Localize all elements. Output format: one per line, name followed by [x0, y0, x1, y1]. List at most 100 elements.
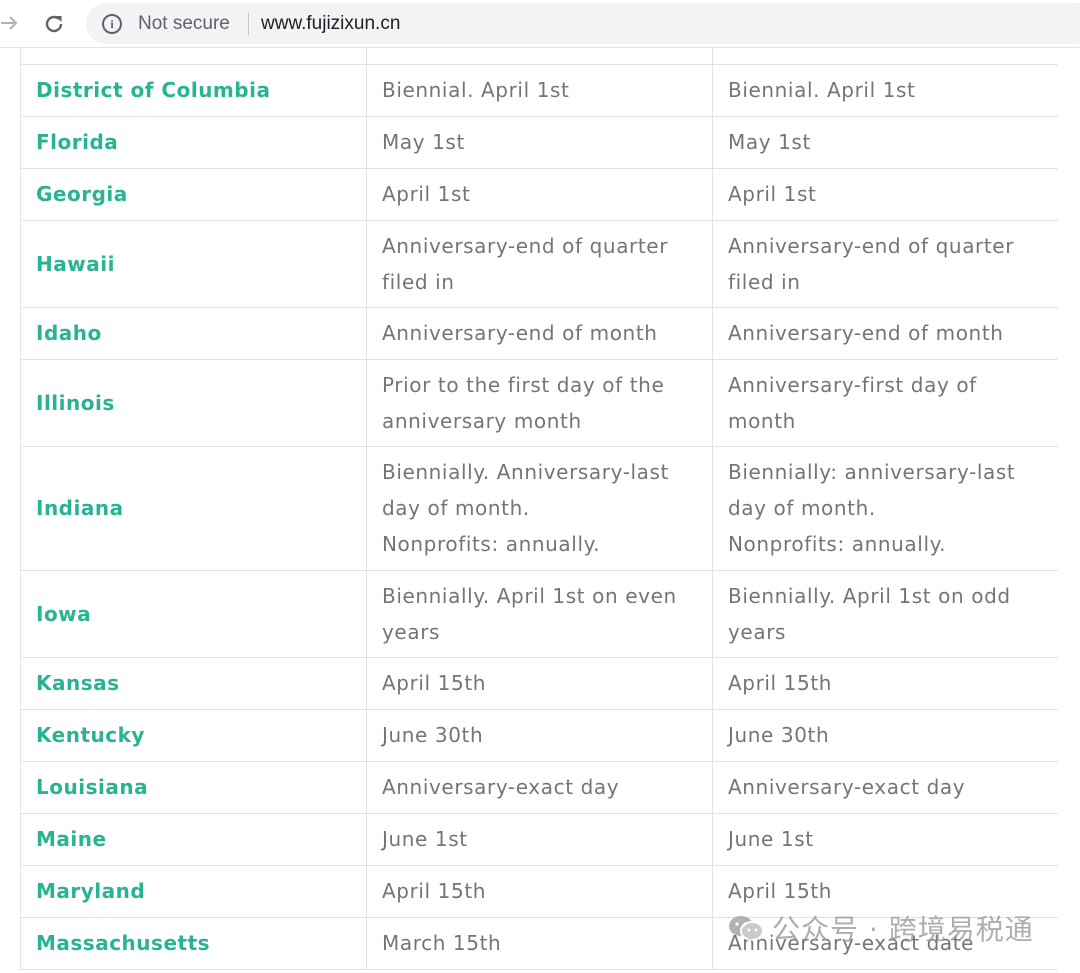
deadline-cell-b: April 15th: [712, 656, 1058, 710]
deadline-cell-a: April 15th: [366, 656, 713, 710]
table-row: Kansas April 15th April 15th: [20, 656, 1058, 710]
cell-text-line: April 1st: [382, 182, 471, 206]
deadline-cell-a: June 30th: [366, 708, 713, 762]
cell-text-line: May 1st: [728, 130, 811, 154]
table-row: Maryland April 15th April 15th: [20, 864, 1058, 918]
table-row: Georgia April 1st April 1st: [20, 167, 1058, 221]
cell-text-line: Nonprofits: annually.: [382, 532, 601, 556]
table-row: Louisiana Anniversary-exact day Anniversar…: [20, 760, 1058, 814]
deadline-cell-a: Anniversary-exact day: [366, 760, 713, 814]
state-link[interactable]: Maryland: [20, 864, 367, 918]
state-deadlines-table-container: District of Columbia Biennial. April 1st B…: [20, 48, 1058, 973]
deadline-cell-a: Biennial. April 1st: [366, 63, 713, 117]
cell-text-line: April 15th: [382, 879, 487, 903]
deadline-cell-a: Biennially. Anniversary-last day of month…: [366, 445, 713, 571]
state-link[interactable]: Massachusetts: [20, 916, 367, 970]
deadline-cell-b: June 1st: [712, 812, 1058, 866]
cell-text-line: June 30th: [382, 723, 484, 747]
deadline-cell-a: Prior to the first day of the anniversary…: [366, 358, 713, 447]
table-row-partial: [20, 48, 1058, 65]
cell-text-line: May 1st: [382, 130, 465, 154]
table-row: Illinois Prior to the first day of the ann…: [20, 358, 1058, 447]
deadline-cell-a: Anniversary-end of quarter filed in: [366, 219, 713, 308]
cell-text-line: April 15th: [728, 879, 833, 903]
deadline-cell-b: April 15th: [712, 864, 1058, 918]
address-bar[interactable]: i Not secure www.fujizixun.cn: [86, 3, 1080, 44]
deadline-cell-b: Biennially. April 1st on odd years: [712, 569, 1058, 658]
cell-text-line: Anniversary-end of month: [728, 321, 1004, 345]
table-row: Massachusetts March 15th Anniversary-exact…: [20, 916, 1058, 970]
deadline-cell-a: Anniversary-end of month: [366, 306, 713, 360]
table-row: Iowa Biennially. April 1st on even years Bi…: [20, 569, 1058, 658]
reload-icon[interactable]: [38, 8, 70, 40]
state-link[interactable]: Hawaii: [20, 219, 367, 308]
table-row: Hawaii Anniversary-end of quarter filed in…: [20, 219, 1058, 308]
cell-text-line: Anniversary-end of month: [382, 321, 658, 345]
state-link[interactable]: Iowa: [20, 569, 367, 658]
cell-text-line: month: [728, 408, 796, 433]
table-cell: [712, 48, 1058, 65]
deadline-cell-b: April 1st: [712, 167, 1058, 221]
state-link[interactable]: District of Columbia: [20, 63, 367, 117]
deadline-cell-b: Anniversary-end of month: [712, 306, 1058, 360]
table-row: Idaho Anniversary-end of month Anniversary…: [20, 306, 1058, 360]
cell-text-line: June 1st: [728, 827, 814, 851]
cell-text-line: Biennial. April 1st: [382, 78, 570, 102]
cell-text-line: Biennially. April 1st on even: [382, 583, 677, 608]
table-row: Florida May 1st May 1st: [20, 115, 1058, 169]
forward-arrow-icon[interactable]: [0, 8, 24, 38]
url-text[interactable]: www.fujizixun.cn: [261, 13, 400, 35]
cell-text-line: anniversary month: [382, 408, 582, 433]
table-row: Kentucky June 30th June 30th: [20, 708, 1058, 762]
cell-text-line: March 15th: [382, 931, 502, 955]
deadline-cell-b: June 30th: [712, 708, 1058, 762]
state-link[interactable]: Maine: [20, 812, 367, 866]
cell-text-line: day of month.: [382, 496, 530, 520]
deadline-cell-b: Anniversary-exact day: [712, 760, 1058, 814]
state-deadlines-table: District of Columbia Biennial. April 1st B…: [20, 48, 1058, 970]
cell-text-line: Anniversary-first day of: [728, 372, 977, 397]
deadline-cell-b: Anniversary-end of quarter filed in: [712, 219, 1058, 308]
state-link[interactable]: Louisiana: [20, 760, 367, 814]
cell-text-line: Anniversary-exact day: [728, 775, 966, 799]
table-row: Indiana Biennially. Anniversary-last day o…: [20, 445, 1058, 571]
cell-text-line: Anniversary-end of quarter: [728, 233, 1015, 258]
cell-text-line: day of month.: [728, 496, 876, 520]
state-link[interactable]: Florida: [20, 115, 367, 169]
state-link[interactable]: Kentucky: [20, 708, 367, 762]
deadline-cell-b: May 1st: [712, 115, 1058, 169]
cell-text-line: Prior to the first day of the: [382, 372, 665, 397]
cell-text-line: filed in: [728, 269, 801, 294]
deadline-cell-a: Biennially. April 1st on even years: [366, 569, 713, 658]
security-status[interactable]: Not secure: [138, 13, 230, 35]
cell-text-line: Biennial. April 1st: [728, 78, 916, 102]
cell-text-line: Biennially. April 1st on odd: [728, 583, 1011, 608]
browser-toolbar: i Not secure www.fujizixun.cn: [0, 0, 1080, 48]
state-link[interactable]: Illinois: [20, 358, 367, 447]
state-link[interactable]: Kansas: [20, 656, 367, 710]
deadline-cell-b: Anniversary-exact date: [712, 916, 1058, 970]
deadline-cell-b: Anniversary-first day of month: [712, 358, 1058, 447]
cell-text-line: Biennially. Anniversary-last: [382, 460, 669, 484]
deadline-cell-a: May 1st: [366, 115, 713, 169]
state-link[interactable]: Indiana: [20, 445, 367, 571]
cell-text-line: Anniversary-exact date: [728, 931, 975, 955]
table-cell: [366, 48, 713, 65]
cell-text-line: Nonprofits: annually.: [728, 532, 947, 556]
cell-text-line: Anniversary-exact day: [382, 775, 620, 799]
info-icon[interactable]: i: [102, 14, 122, 34]
cell-text-line: April 15th: [382, 671, 487, 695]
table-row: Maine June 1st June 1st: [20, 812, 1058, 866]
cell-text-line: Anniversary-end of quarter: [382, 233, 669, 258]
deadline-cell-a: June 1st: [366, 812, 713, 866]
cell-text-line: Biennially: anniversary-last: [728, 460, 1016, 484]
cell-text-line: filed in: [382, 269, 455, 294]
cell-text-line: June 30th: [728, 723, 830, 747]
cell-text-line: June 1st: [382, 827, 468, 851]
state-link[interactable]: Idaho: [20, 306, 367, 360]
deadline-cell-b: Biennial. April 1st: [712, 63, 1058, 117]
address-divider: [248, 13, 249, 35]
state-link[interactable]: Georgia: [20, 167, 367, 221]
cell-text-line: years: [728, 619, 787, 644]
cell-text-line: April 1st: [728, 182, 817, 206]
